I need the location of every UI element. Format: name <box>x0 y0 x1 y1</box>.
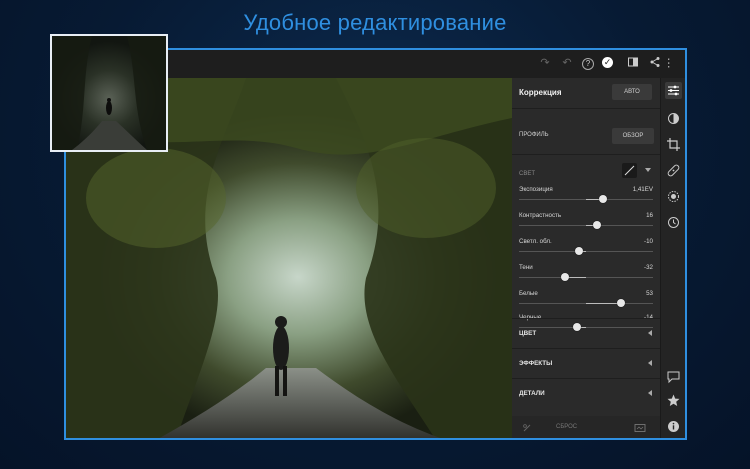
healing-brush-icon[interactable] <box>665 162 682 179</box>
headline: Удобное редактирование <box>243 10 507 35</box>
versions-icon[interactable] <box>634 423 646 433</box>
slider-row: Экспозиция 1,41EV <box>519 186 653 210</box>
crop-icon[interactable] <box>665 136 682 153</box>
auto-button[interactable]: АВТО <box>612 84 652 100</box>
adjustments-panel: Коррекция АВТО ПРОФИЛЬ ОБЗОР СВЕТ Экспоз… <box>512 78 660 438</box>
slider-value: -32 <box>644 264 653 271</box>
reset-button[interactable]: СБРОС <box>556 424 577 430</box>
slider-row: Светл. обл. -10 <box>519 238 653 262</box>
selective-icon[interactable] <box>665 188 682 205</box>
rating-star-icon[interactable] <box>665 392 682 409</box>
slider-value: -10 <box>644 238 653 245</box>
slider-thumb[interactable] <box>599 195 608 203</box>
slider-label: Контрастность <box>519 212 562 219</box>
profile-label: ПРОФИЛЬ <box>519 132 549 138</box>
panel-title: Коррекция <box>519 88 562 97</box>
compare-icon[interactable] <box>626 56 640 70</box>
section-details-label: ДЕТАЛИ <box>519 390 545 397</box>
section-color-label: ЦВЕТ <box>519 330 537 337</box>
section-effects-label: ЭФФЕКТЫ <box>519 360 553 367</box>
info-icon[interactable] <box>665 418 682 435</box>
checkmark-icon[interactable]: ✓ <box>602 57 613 68</box>
chevron-left-icon <box>648 330 652 336</box>
presets-icon[interactable] <box>665 110 682 127</box>
light-section-label: СВЕТ <box>519 171 536 177</box>
slider-thumb[interactable] <box>616 299 625 307</box>
history-icon[interactable] <box>665 214 682 231</box>
curve-button[interactable] <box>622 163 637 178</box>
redo-icon[interactable]: ↷ <box>538 56 552 70</box>
browse-button[interactable]: ОБЗОР <box>612 128 654 144</box>
slider-row: Контрастность 16 <box>519 212 653 236</box>
more-icon[interactable]: … <box>665 56 680 70</box>
tool-strip <box>660 78 685 438</box>
edit-sliders-icon[interactable] <box>665 82 682 99</box>
slider-fill <box>586 303 621 304</box>
before-thumbnail <box>50 34 168 152</box>
slider-row: Тени -32 <box>519 264 653 288</box>
section-details[interactable]: ДЕТАЛИ <box>512 379 660 408</box>
copy-settings-icon[interactable] <box>522 423 532 433</box>
chevron-left-icon <box>648 360 652 366</box>
slider-label: Тени <box>519 264 533 271</box>
comments-icon[interactable] <box>665 368 682 385</box>
slider-row: Белые 53 <box>519 290 653 314</box>
slider-label: Белые <box>519 290 538 297</box>
slider-label: Светл. обл. <box>519 238 552 245</box>
slider-track[interactable] <box>519 277 653 278</box>
undo-icon[interactable]: ↶ <box>560 56 574 70</box>
share-icon[interactable] <box>648 56 662 70</box>
chevron-left-icon <box>648 390 652 396</box>
slider-value: 16 <box>646 212 653 219</box>
section-color[interactable]: ЦВЕТ <box>512 319 660 348</box>
slider-value: 53 <box>646 290 653 297</box>
slider-thumb[interactable] <box>560 273 569 281</box>
slider-thumb[interactable] <box>575 247 584 255</box>
help-icon[interactable]: ? <box>582 58 594 70</box>
slider-thumb[interactable] <box>592 221 601 229</box>
chevron-down-icon[interactable] <box>645 168 651 172</box>
slider-track[interactable] <box>519 251 653 252</box>
panel-bottom-bar: СБРОС <box>512 416 660 438</box>
slider-label: Экспозиция <box>519 186 553 193</box>
section-effects[interactable]: ЭФФЕКТЫ <box>512 349 660 378</box>
slider-value: 1,41EV <box>632 186 653 193</box>
